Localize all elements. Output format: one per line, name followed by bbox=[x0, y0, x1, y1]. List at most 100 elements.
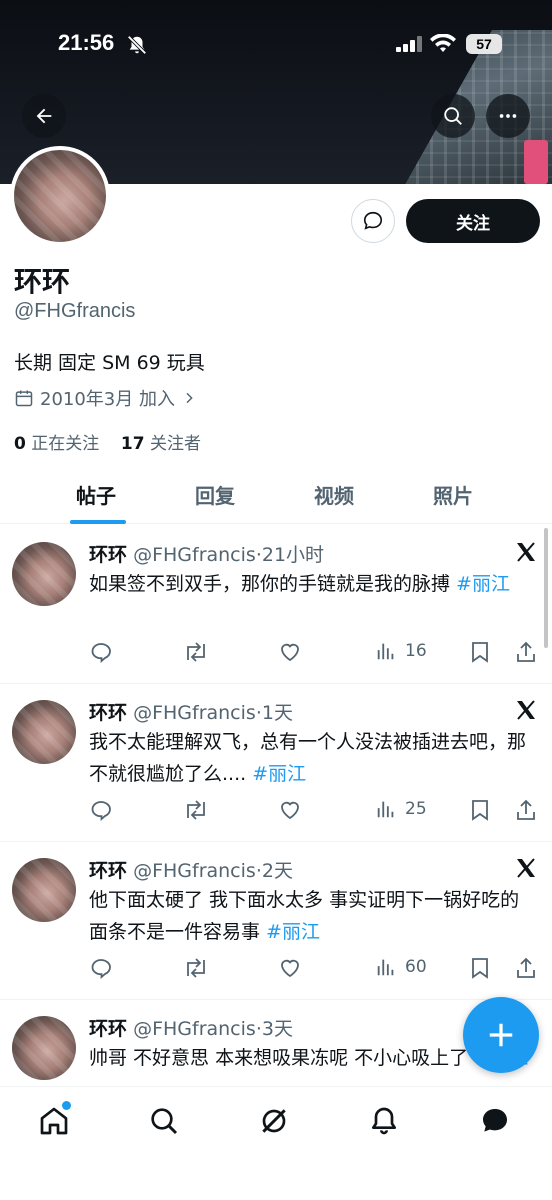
repost-icon bbox=[187, 642, 205, 662]
nav-search[interactable] bbox=[148, 1105, 180, 1141]
post-text[interactable]: 我不太能理解双飞，总有一个人没法被插进去吧，那不就很尴尬了么.... #丽江 bbox=[89, 726, 529, 790]
bookmark-button[interactable] bbox=[469, 798, 491, 822]
views-icon bbox=[377, 801, 394, 818]
followers-link[interactable]: 17 关注者 bbox=[121, 434, 201, 454]
repost-button[interactable] bbox=[183, 956, 209, 980]
status-bar: 21:56 57 bbox=[0, 30, 552, 60]
follow-stats: 0 正在关注 17 关注者 bbox=[14, 429, 201, 454]
reply-button[interactable] bbox=[89, 956, 113, 980]
views-icon bbox=[377, 959, 394, 976]
repost-button[interactable] bbox=[183, 640, 209, 664]
post-avatar[interactable] bbox=[12, 542, 76, 606]
post-item[interactable]: 环环 @FHGfrancis·21小时 如果签不到双手，那你的手链就是我的脉搏 #… bbox=[0, 526, 552, 684]
nav-grok[interactable] bbox=[258, 1105, 290, 1141]
post-text[interactable]: 帅哥 不好意思 本来想吸果冻呢 不小心吸上了 #丽江 bbox=[89, 1042, 529, 1074]
post-author-name: 环环 bbox=[89, 860, 128, 882]
message-icon bbox=[363, 211, 383, 230]
bookmark-button[interactable] bbox=[469, 956, 491, 980]
post-avatar[interactable] bbox=[12, 1016, 76, 1080]
reply-button[interactable] bbox=[89, 798, 113, 822]
following-count: 0 bbox=[14, 434, 26, 454]
messages-icon bbox=[483, 1109, 507, 1132]
repost-button[interactable] bbox=[183, 798, 209, 822]
post-author-handle: @FHGfrancis bbox=[133, 860, 256, 882]
bookmark-icon bbox=[472, 800, 488, 821]
message-button[interactable] bbox=[351, 199, 395, 243]
views-button[interactable]: 60 bbox=[375, 956, 427, 978]
plus-icon bbox=[489, 1023, 513, 1047]
tab-replies[interactable]: 回复 bbox=[195, 480, 235, 509]
grok-icon bbox=[262, 1109, 286, 1133]
like-button[interactable] bbox=[278, 956, 302, 980]
follow-button[interactable]: 关注 bbox=[406, 199, 540, 243]
scrollbar[interactable] bbox=[544, 528, 548, 648]
tab-videos[interactable]: 视频 bbox=[314, 480, 354, 509]
heart-icon bbox=[281, 801, 299, 820]
nav-messages[interactable] bbox=[478, 1105, 512, 1141]
more-icon bbox=[499, 114, 517, 118]
post-hashtag[interactable]: #丽江 bbox=[252, 763, 306, 785]
views-button[interactable]: 25 bbox=[375, 798, 427, 820]
share-button[interactable] bbox=[514, 798, 538, 822]
followers-count: 17 bbox=[120, 434, 145, 454]
silent-bell-icon bbox=[127, 35, 147, 55]
post-body: 我不太能理解双飞，总有一个人没法被插进去吧，那不就很尴尬了么.... bbox=[89, 731, 527, 785]
share-icon bbox=[517, 799, 535, 820]
heart-icon bbox=[281, 643, 299, 662]
reply-icon bbox=[91, 959, 111, 979]
post-author-name: 环环 bbox=[89, 1018, 128, 1040]
like-button[interactable] bbox=[278, 640, 302, 664]
chevron-right-icon bbox=[186, 392, 193, 404]
post-avatar[interactable] bbox=[12, 700, 76, 764]
profile-avatar[interactable] bbox=[10, 146, 110, 246]
post-text[interactable]: 他下面太硬了 我下面水太多 事实证明下一锅好吃的面条不是一件容易事 #丽江 bbox=[89, 884, 529, 948]
bookmark-button[interactable] bbox=[469, 640, 491, 664]
profile-name: 环环 bbox=[14, 265, 71, 298]
post-actions: 25 bbox=[89, 798, 549, 826]
post-item[interactable]: 环环 @FHGfrancis·1天 我不太能理解双飞，总有一个人没法被插进去吧，那… bbox=[0, 684, 552, 842]
post-meta: 环环 @FHGfrancis·21小时 bbox=[89, 540, 324, 567]
post-hashtag[interactable]: #丽江 bbox=[266, 921, 320, 943]
post-time: 2天 bbox=[261, 860, 293, 882]
bell-icon bbox=[372, 1107, 396, 1135]
share-icon bbox=[517, 641, 535, 662]
share-button[interactable] bbox=[514, 640, 538, 664]
compose-button[interactable] bbox=[463, 997, 539, 1073]
post-text[interactable]: 如果签不到双手，那你的手链就是我的脉搏 #丽江 bbox=[89, 568, 529, 600]
followers-label: 关注者 bbox=[149, 434, 201, 454]
post-meta: 环环 @FHGfrancis·2天 bbox=[89, 856, 293, 883]
nav-notifications[interactable] bbox=[368, 1105, 400, 1141]
post-body: 如果签不到双手，那你的手链就是我的脉搏 bbox=[89, 573, 457, 595]
battery-indicator: 57 bbox=[466, 34, 502, 54]
search-icon bbox=[151, 1108, 178, 1135]
tab-photos[interactable]: 照片 bbox=[433, 480, 473, 509]
post-item[interactable]: 环环 @FHGfrancis·2天 他下面太硬了 我下面水太多 事实证明下一锅好吃… bbox=[0, 842, 552, 1000]
post-author-handle: @FHGfrancis bbox=[133, 702, 256, 724]
post-avatar[interactable] bbox=[12, 858, 76, 922]
signal-icon bbox=[396, 36, 422, 52]
joined-date[interactable]: 2010年3月 加入 bbox=[14, 385, 197, 411]
search-button[interactable] bbox=[431, 94, 475, 138]
like-button[interactable] bbox=[278, 798, 302, 822]
views-button[interactable]: 16 bbox=[375, 640, 427, 662]
share-button[interactable] bbox=[514, 956, 538, 980]
wifi-icon bbox=[430, 34, 456, 52]
tab-posts[interactable]: 帖子 bbox=[76, 480, 116, 509]
nav-home[interactable] bbox=[38, 1101, 71, 1141]
calendar-icon bbox=[15, 390, 33, 407]
views-count: 60 bbox=[405, 957, 427, 977]
status-time: 21:56 bbox=[58, 30, 115, 55]
post-time: 3天 bbox=[261, 1018, 293, 1040]
back-button[interactable] bbox=[22, 94, 66, 138]
x-logo bbox=[514, 698, 538, 726]
reply-button[interactable] bbox=[89, 640, 113, 664]
repost-icon bbox=[187, 958, 205, 978]
more-button[interactable] bbox=[486, 94, 530, 138]
following-link[interactable]: 0 正在关注 bbox=[14, 434, 99, 454]
share-icon bbox=[517, 957, 535, 978]
views-count: 16 bbox=[405, 641, 427, 661]
post-meta: 环环 @FHGfrancis·3天 bbox=[89, 1014, 293, 1041]
post-body: 帅哥 不好意思 本来想吸果冻呢 不小心吸上了 bbox=[89, 1047, 475, 1069]
repost-icon bbox=[187, 800, 205, 820]
post-hashtag[interactable]: #丽江 bbox=[456, 573, 510, 595]
